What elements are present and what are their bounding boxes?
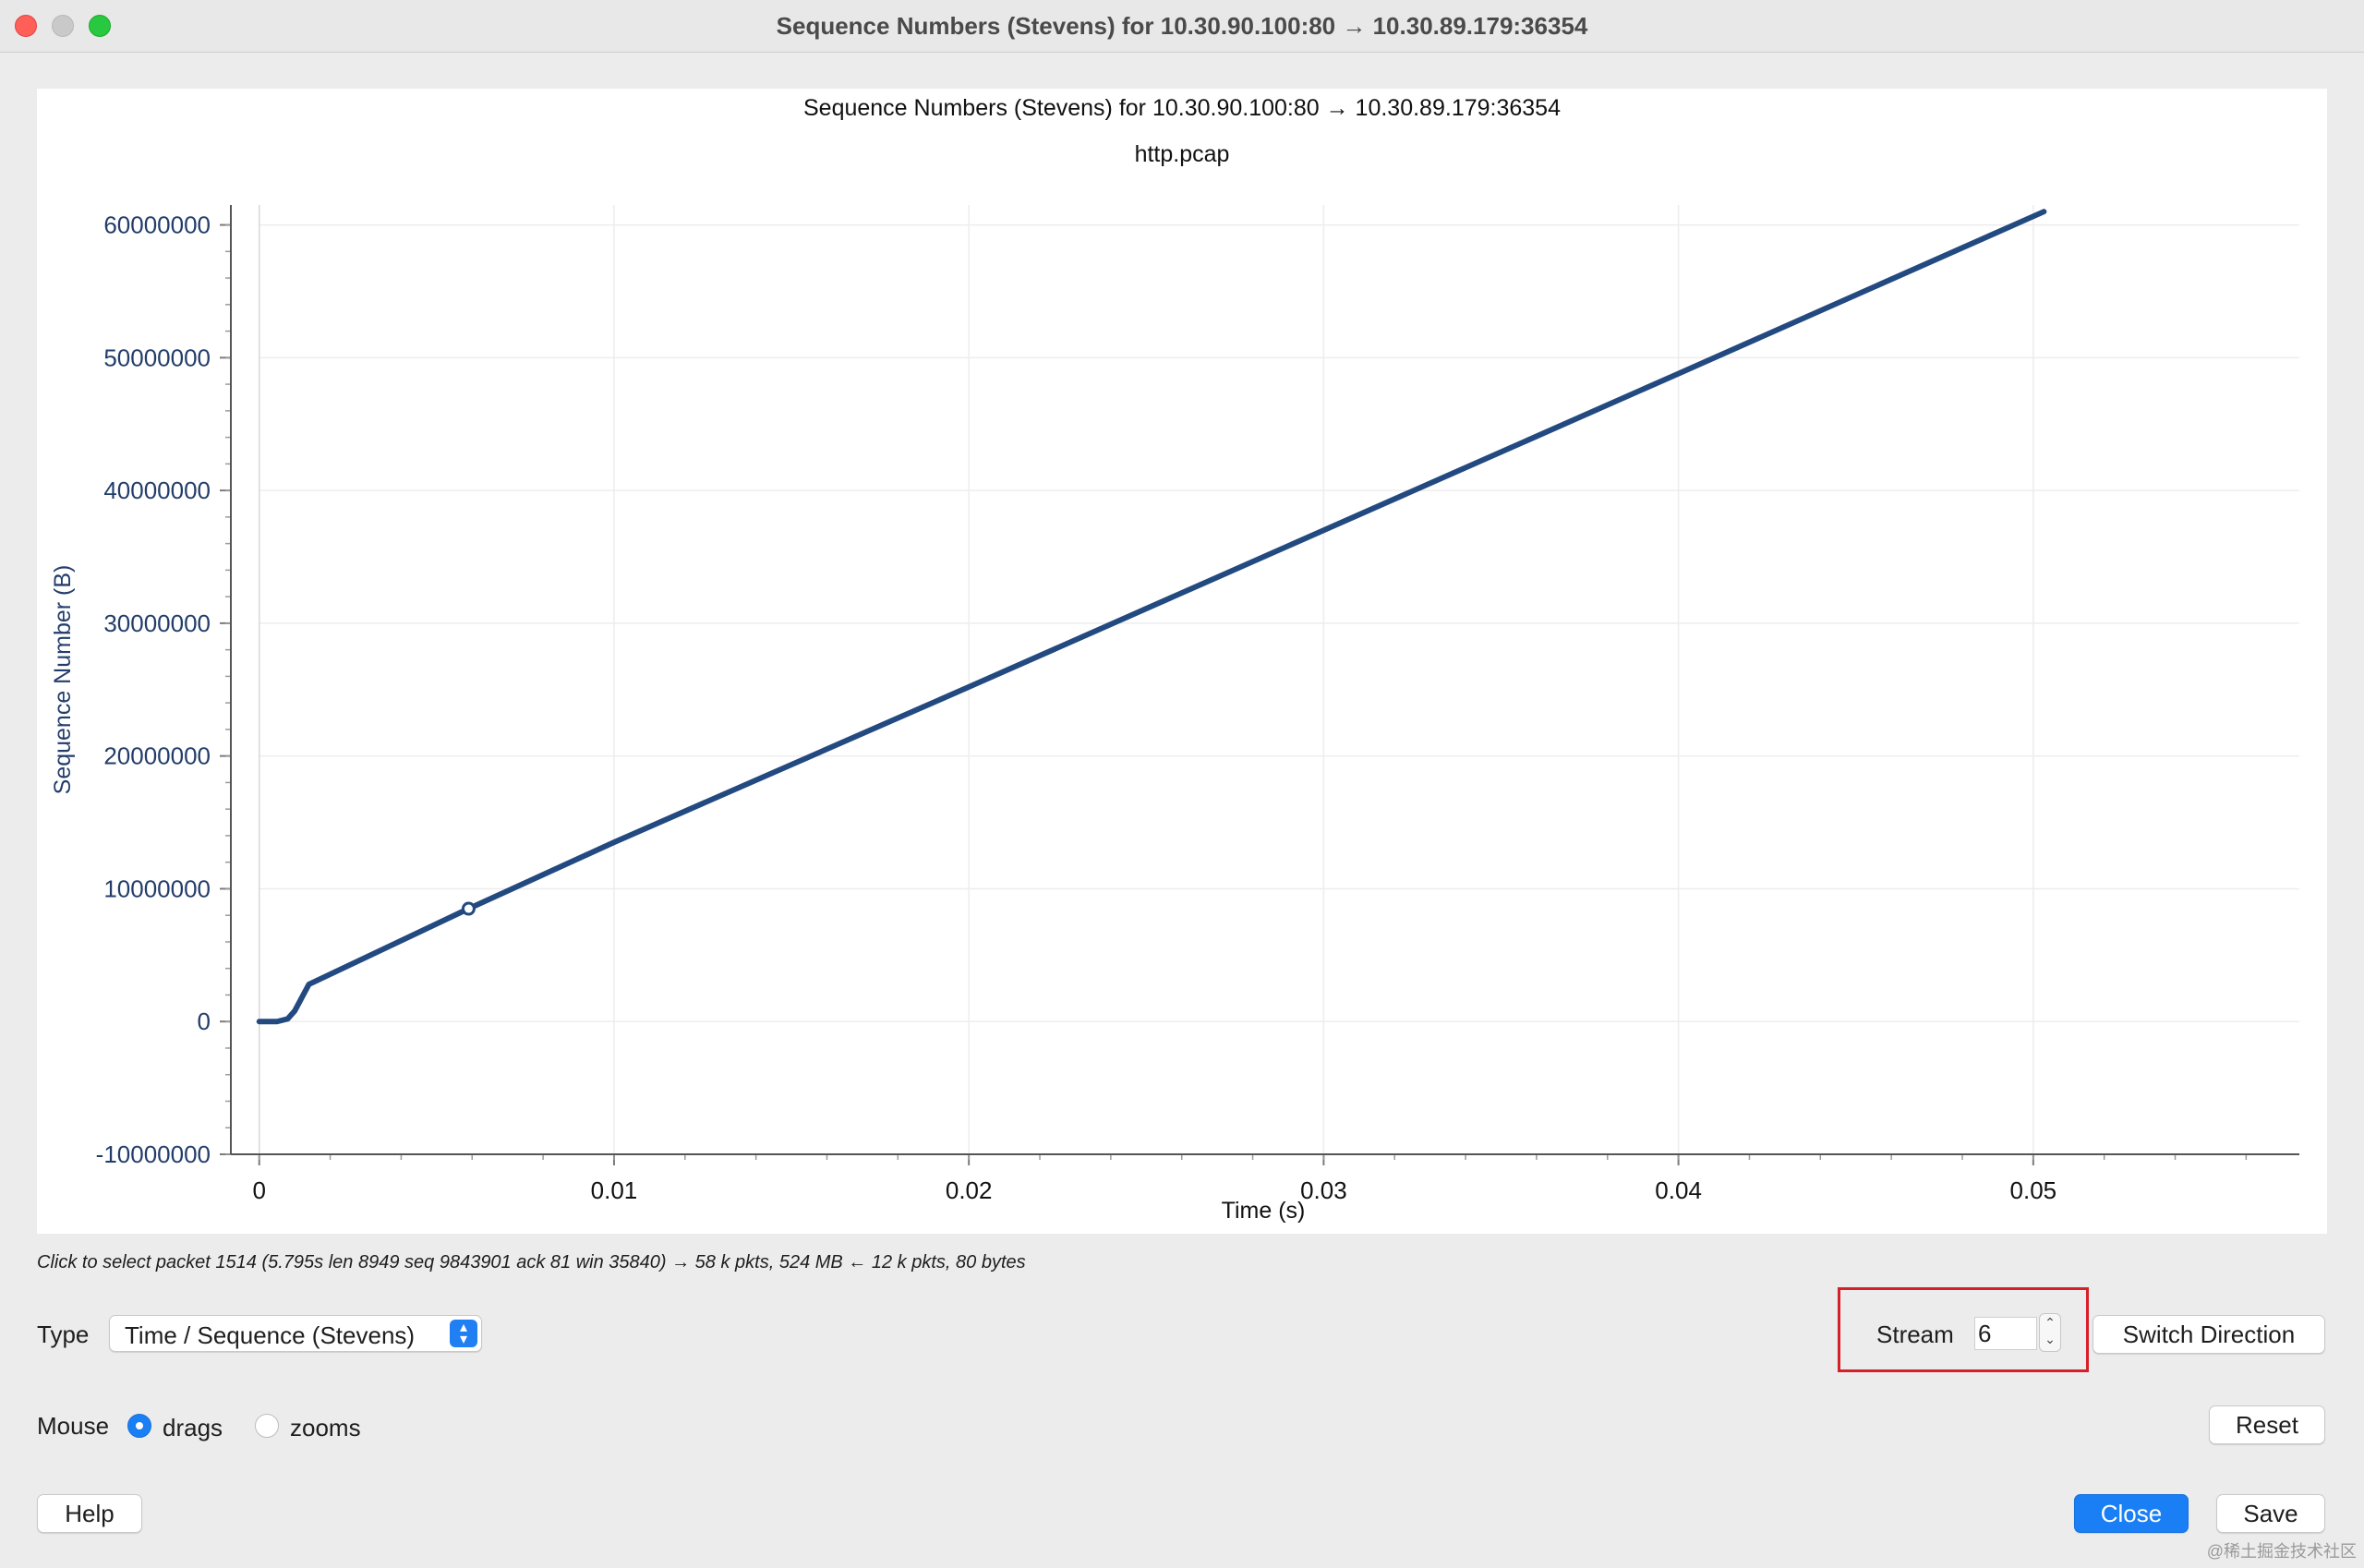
x-tick-label: 0.02 — [946, 1176, 993, 1204]
x-axis-label: Time (s) — [1222, 1198, 1306, 1224]
y-tick-label: 60000000 — [103, 211, 211, 239]
watermark: @稀土掘金技术社区 — [2206, 1542, 2357, 1561]
type-select[interactable]: Time / Sequence (Stevens) ▴ ▾ — [109, 1315, 482, 1352]
selected-packet-marker — [461, 901, 476, 916]
x-tick-label: 0.01 — [591, 1176, 638, 1204]
series-layer — [256, 209, 2047, 1025]
title-bar: Sequence Numbers (Stevens) for 10.30.90.… — [0, 0, 2364, 53]
type-label: Type — [37, 1321, 90, 1348]
zooms-label[interactable]: zooms — [290, 1414, 361, 1442]
x-tick-label: 0.05 — [2010, 1176, 2057, 1204]
y-tick-label: 40000000 — [103, 476, 211, 504]
mouse-label: Mouse — [37, 1412, 110, 1440]
y-tick-label: -10000000 — [96, 1140, 211, 1168]
help-button[interactable]: Help — [37, 1494, 142, 1533]
packet-hint: Click to select packet 1514 (5.795s len … — [37, 1252, 1026, 1272]
chevron-up-icon[interactable]: ⌃ — [2044, 1315, 2056, 1330]
stream-input[interactable]: 6 — [1974, 1317, 2037, 1350]
x-tick-label: 0 — [253, 1176, 266, 1204]
y-tick-label: 10000000 — [103, 874, 211, 902]
drags-radio[interactable] — [127, 1414, 151, 1438]
reset-button[interactable]: Reset — [2209, 1405, 2325, 1444]
type-select-value: Time / Sequence (Stevens) — [125, 1321, 416, 1349]
save-button[interactable]: Save — [2216, 1494, 2325, 1533]
y-tick-label: 20000000 — [103, 742, 211, 770]
y-axis-label: Sequence Number (B) — [50, 565, 76, 795]
plot-panel[interactable]: Sequence Numbers (Stevens) for 10.30.90.… — [37, 89, 2327, 1234]
stream-label: Stream — [1876, 1321, 1954, 1348]
select-chevrons-icon: ▴ ▾ — [450, 1320, 477, 1347]
stream-stepper[interactable]: ⌃ ⌄ — [2039, 1313, 2061, 1352]
grid — [258, 205, 2299, 1155]
switch-direction-button[interactable]: Switch Direction — [2093, 1315, 2325, 1354]
close-button[interactable]: Close — [2074, 1494, 2189, 1533]
x-tick-label: 0.04 — [1655, 1176, 1702, 1204]
axes: 60000000 50000000 40000000 30000000 20000000… — [96, 205, 2299, 1204]
sequence-plot[interactable]: Sequence Numbers (Stevens) for 10.30.90.… — [37, 89, 2327, 1234]
drags-label[interactable]: drags — [163, 1414, 223, 1442]
window-title: Sequence Numbers (Stevens) for 10.30.90.… — [776, 12, 1588, 40]
y-tick-label: 30000000 — [103, 609, 211, 637]
y-tick-label: 0 — [198, 1007, 211, 1035]
plot-subtitle: http.pcap — [1135, 141, 1230, 167]
chevron-down-icon[interactable]: ⌄ — [2044, 1332, 2056, 1346]
y-tick-label: 50000000 — [103, 344, 211, 371]
plot-title: Sequence Numbers (Stevens) for 10.30.90.… — [803, 95, 1561, 121]
series-line — [256, 209, 2047, 1025]
zooms-radio[interactable] — [255, 1414, 279, 1438]
x-tick-label: 0.03 — [1300, 1176, 1347, 1204]
